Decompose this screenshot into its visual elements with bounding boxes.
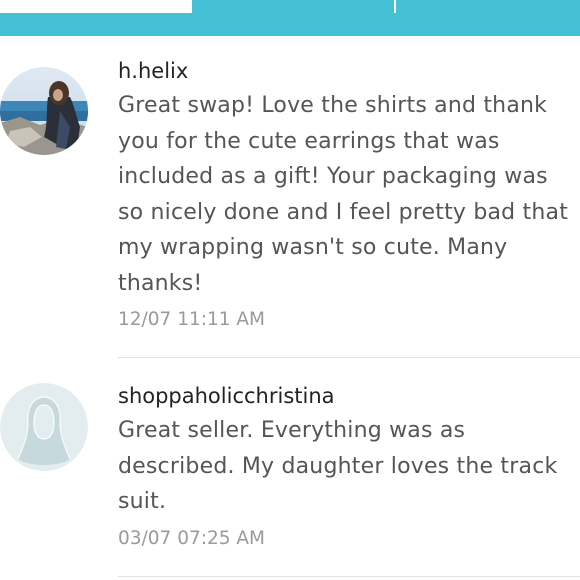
tab-active[interactable] [0, 0, 192, 13]
review-content: h.helix Great swap! Love the shirts and … [118, 57, 580, 333]
tab-bar [0, 0, 580, 36]
review-timestamp: 12/07 11:11 AM [118, 309, 266, 330]
user-photo-avatar[interactable] [0, 67, 88, 155]
review-text: Great swap! Love the shirts and thank yo… [118, 93, 569, 296]
review-username[interactable]: shoppaholicchristina [118, 382, 580, 410]
review-text: Great seller. Everything was as describe… [118, 418, 558, 514]
default-avatar[interactable] [0, 383, 88, 471]
review-divider [118, 357, 580, 358]
default-avatar-silhouette-icon [0, 383, 88, 471]
review-content: shoppaholicchristina Great seller. Every… [118, 382, 580, 552]
user-photo-icon [0, 67, 88, 155]
review-username[interactable]: h.helix [118, 57, 580, 85]
review-timestamp: 03/07 07:25 AM [118, 527, 266, 549]
tab-third[interactable] [396, 0, 580, 13]
tab-second[interactable] [194, 0, 394, 13]
review-divider [118, 576, 580, 577]
